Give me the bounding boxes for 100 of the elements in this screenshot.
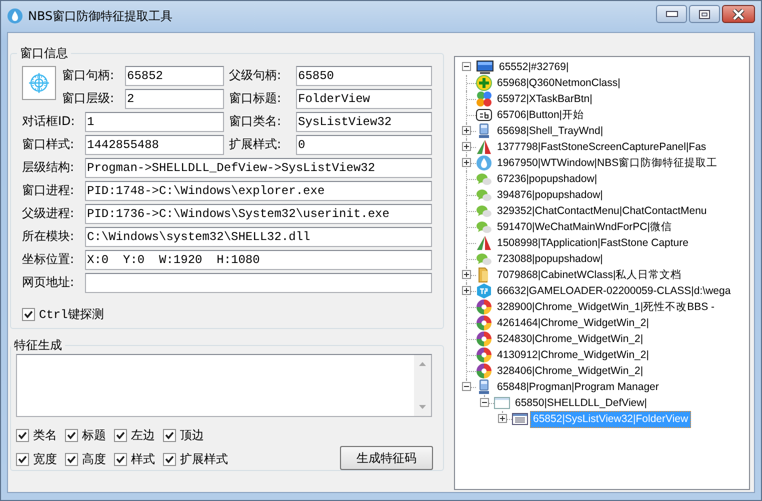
- checkbox-label: 宽度: [33, 451, 57, 468]
- checkbox[interactable]: [114, 429, 127, 442]
- collapse-icon[interactable]: [480, 398, 489, 407]
- checkbox-label: 扩展样式: [180, 451, 228, 468]
- crosshair-target[interactable]: [22, 66, 56, 100]
- tree-item[interactable]: 65706|Button|开始: [494, 106, 588, 124]
- expand-icon[interactable]: [462, 286, 471, 295]
- tree-item[interactable]: 65552|#32769|: [496, 58, 572, 76]
- tree-item[interactable]: 524830|Chrome_WidgetWin_2|: [494, 330, 646, 348]
- collapse-icon[interactable]: [462, 62, 471, 71]
- balls-icon: [476, 91, 492, 107]
- text-field[interactable]: C:\Windows\system32\SHELL32.dll: [85, 226, 432, 246]
- checkbox[interactable]: [16, 453, 29, 466]
- tree-item[interactable]: 4261464|Chrome_WidgetWin_2|: [494, 314, 652, 332]
- field-label: 层级结构:: [22, 159, 76, 176]
- close-icon: [732, 8, 745, 20]
- field-label: 对话框ID:: [22, 113, 76, 130]
- tree-item[interactable]: 65972|XTaskBarBtn|: [494, 90, 596, 108]
- field-label: 窗口类名:: [228, 113, 282, 130]
- tree-item[interactable]: 1967950|WTWindow|NBS窗口防御特征提取工: [494, 154, 721, 172]
- chat-icon: [476, 251, 492, 267]
- hexagon-icon: [476, 283, 492, 299]
- checkbox[interactable]: [65, 453, 78, 466]
- text-field[interactable]: 1: [85, 112, 224, 132]
- text-field[interactable]: 65850: [296, 66, 432, 86]
- checkbox-label: 左边: [131, 427, 155, 444]
- text-field[interactable]: 0: [296, 134, 432, 154]
- minimize-button[interactable]: [656, 5, 687, 23]
- tree-item[interactable]: 1377798|FastStoneScreenCapturePanel|Fas: [494, 138, 710, 156]
- text-field[interactable]: 65852: [125, 66, 224, 86]
- checkbox[interactable]: [16, 429, 29, 442]
- field-label: 窗口层级:: [62, 90, 116, 107]
- tree-item[interactable]: 65848|Progman|Program Manager: [494, 378, 662, 396]
- scrollbar[interactable]: [414, 355, 431, 416]
- text-field[interactable]: 1442855488: [85, 134, 224, 154]
- group-title: 窗口信息: [19, 45, 69, 62]
- minimize-icon: [666, 11, 678, 17]
- tree-item[interactable]: 591470|WeChatMainWndForPC|微信: [494, 218, 675, 236]
- chat-icon: [476, 203, 492, 219]
- field-label: 父级句柄:: [228, 67, 282, 84]
- textbox-icon: [476, 107, 492, 123]
- tree-item[interactable]: 329352|ChatContactMenu|ChatContactMenu: [494, 202, 710, 220]
- text-field[interactable]: SysListView32: [296, 112, 432, 132]
- scroll-up-icon: [419, 362, 426, 366]
- checkbox[interactable]: [22, 308, 35, 321]
- checkbox-label: 类名: [33, 427, 57, 444]
- color-wheel-icon: [476, 363, 492, 379]
- field-label: 窗口句柄:: [62, 67, 116, 84]
- field-label: 父级进程:: [22, 205, 76, 222]
- expand-icon[interactable]: [462, 158, 471, 167]
- tree-item[interactable]: 1508998|TApplication|FastStone Capture: [494, 234, 692, 252]
- text-field[interactable]: [85, 272, 432, 292]
- field-label: 所在模块:: [22, 228, 76, 245]
- close-button[interactable]: [722, 5, 755, 23]
- checkbox[interactable]: [114, 453, 127, 466]
- scroll-down-icon: [419, 405, 426, 409]
- checkbox-label: 标题: [82, 427, 106, 444]
- expand-icon[interactable]: [462, 126, 471, 135]
- triangle-icon: [476, 139, 492, 155]
- expand-icon[interactable]: [462, 142, 471, 151]
- field-label: 坐标位置:: [22, 251, 76, 268]
- checkbox[interactable]: [163, 453, 176, 466]
- window-icon: [494, 395, 510, 411]
- color-wheel-icon: [476, 315, 492, 331]
- tree-item[interactable]: 65968|Q360NetmonClass|: [494, 74, 624, 92]
- checkbox-label: Ctrl键探测: [39, 307, 104, 323]
- field-label: 窗口样式:: [22, 136, 76, 153]
- tree-item[interactable]: 328406|Chrome_WidgetWin_2|: [494, 362, 646, 380]
- color-wheel-icon: [476, 347, 492, 363]
- tree-item[interactable]: 394876|popupshadow|: [494, 186, 606, 204]
- text-field[interactable]: PID:1736->C:\Windows\System32\userinit.exe: [85, 204, 432, 224]
- tree-item[interactable]: 328900|Chrome_WidgetWin_1|死性不改BBS -: [494, 298, 718, 316]
- tree-item[interactable]: 65698|Shell_TrayWnd|: [494, 122, 606, 140]
- tree-item[interactable]: 66632|GAMELOADER-02200059-CLASS|d:\wega: [494, 282, 734, 300]
- expand-icon[interactable]: [498, 414, 507, 423]
- expand-icon[interactable]: [462, 270, 471, 279]
- generate-button[interactable]: 生成特征码: [340, 446, 433, 470]
- checkbox-label: 高度: [82, 451, 106, 468]
- collapse-icon[interactable]: [462, 382, 471, 391]
- drop-icon: [7, 8, 23, 24]
- text-field[interactable]: FolderView: [296, 88, 432, 108]
- text-field[interactable]: 2: [125, 88, 224, 108]
- tree-item[interactable]: 4130912|Chrome_WidgetWin_2|: [494, 346, 652, 364]
- text-field[interactable]: Progman->SHELLDLL_DefView->SysListView32: [85, 158, 432, 178]
- text-field[interactable]: X:0 Y:0 W:1920 H:1080: [85, 250, 432, 270]
- drop-icon: [476, 155, 492, 171]
- text-field[interactable]: PID:1748->C:\Windows\explorer.exe: [85, 180, 432, 200]
- tree-item[interactable]: 7079868|CabinetWClass|私人日常文档: [494, 266, 685, 284]
- checkbox[interactable]: [65, 429, 78, 442]
- color-wheel-icon: [476, 331, 492, 347]
- checkbox-label: 顶边: [180, 427, 204, 444]
- tree-item[interactable]: 67236|popupshadow|: [494, 170, 600, 188]
- checkbox[interactable]: [163, 429, 176, 442]
- field-label: 网页地址:: [22, 274, 76, 291]
- tree-item[interactable]: 65850|SHELLDLL_DefView|: [512, 394, 650, 412]
- chat-icon: [476, 219, 492, 235]
- tree-item[interactable]: 723088|popupshadow|: [494, 250, 606, 268]
- window-title: NBS窗口防御特征提取工具: [28, 8, 173, 24]
- chat-icon: [476, 171, 492, 187]
- maximize-button[interactable]: [689, 5, 720, 23]
